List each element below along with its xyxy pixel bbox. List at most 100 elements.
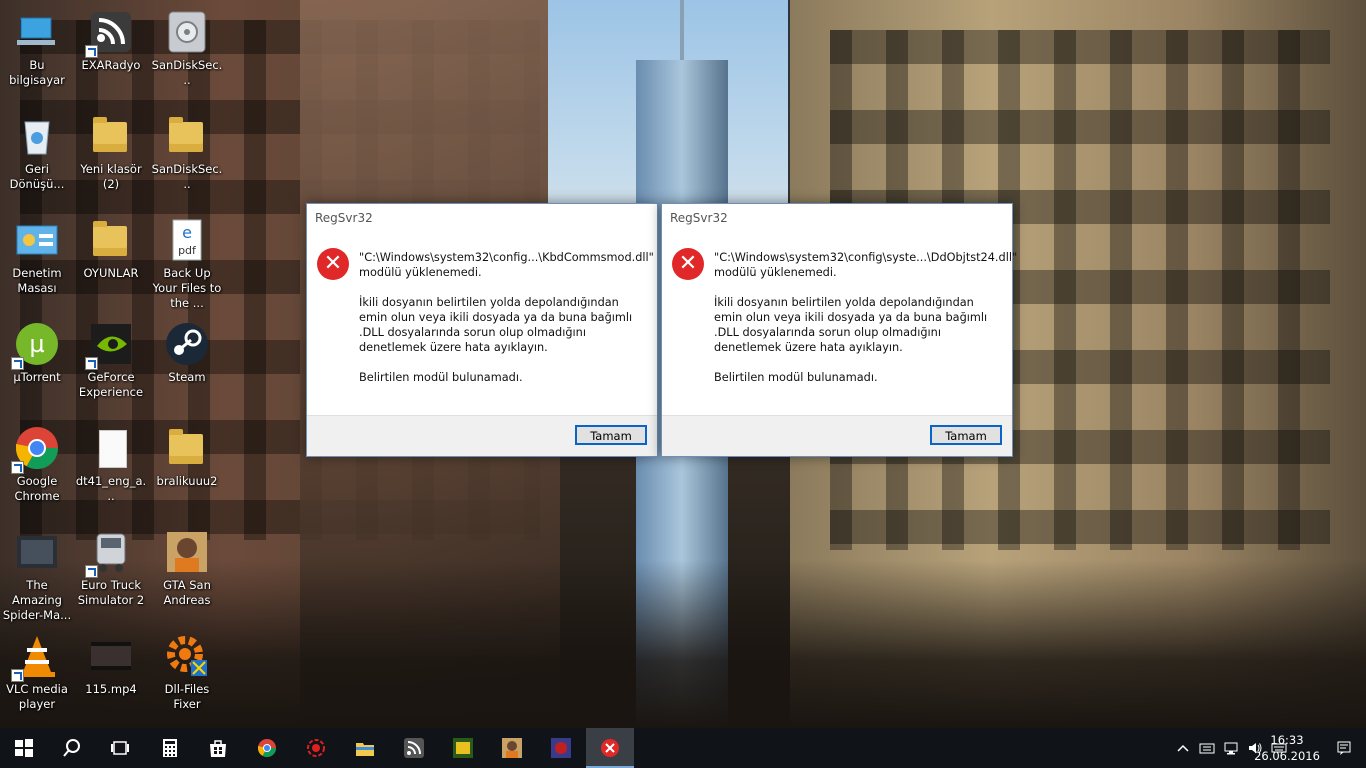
exaradyo-icon (404, 738, 424, 758)
taskbar-chrome[interactable] (243, 728, 291, 768)
folder-icon (163, 424, 211, 472)
desktop-icon-label: Steam (168, 370, 206, 384)
utorrent-icon: µ (11, 320, 61, 370)
desktop-icon-oyunlar[interactable]: OYUNLAR (74, 212, 148, 310)
input-method-icon[interactable] (1199, 740, 1215, 756)
desktop-icon-gta-sa[interactable]: GTA San Andreas (150, 524, 224, 622)
gta-icon (163, 528, 211, 576)
desktop-icon-dll-fixer[interactable]: Dll-Files Fixer (150, 628, 224, 726)
steam-icon (163, 320, 211, 368)
desktop-icon-label: VLC media player (6, 682, 68, 711)
show-hidden-icons-chevron-up-icon[interactable] (1175, 740, 1191, 756)
gta-icon (502, 738, 522, 758)
shortcut-arrow-icon (85, 45, 98, 58)
error-detail: İkili dosyanın belirtilen yolda depoland… (714, 296, 988, 354)
svg-text:µ: µ (29, 330, 44, 358)
desktop-icon-sandisk-secure[interactable]: SanDiskSec... (150, 4, 224, 102)
error-icon: ✕ (317, 248, 349, 280)
ok-button[interactable]: Tamam (930, 425, 1002, 445)
desktop-icon-label: SanDiskSec... (151, 162, 223, 191)
media-center-icon (307, 739, 325, 757)
taskbar: 16:33 26.06.2016 (0, 728, 1366, 768)
geforce-icon (85, 320, 135, 370)
file-explorer-icon (356, 743, 374, 756)
desktop-icon-spiderman[interactable]: The Amazing Spider-Ma... (0, 524, 74, 622)
svg-text:e: e (182, 223, 192, 242)
dll-fixer-icon (163, 632, 211, 680)
search-button[interactable] (48, 728, 96, 768)
desktop-icon-label: GeForce Experience (78, 370, 144, 399)
taskbar-spiderman[interactable] (537, 728, 585, 768)
shortcut-arrow-icon (85, 565, 98, 578)
error-icon: ✕ (672, 248, 704, 280)
clock-date: 26.06.2016 (1254, 749, 1320, 763)
regsvr32-error-icon (601, 739, 619, 757)
desktop-icon-label: Geri Dönüşü... (9, 162, 65, 191)
desktop-icon-dt41[interactable]: dt41_eng_a... (74, 420, 148, 518)
regsvr32-dialog-1: RegSvr32 ✕ "C:\Windows\system32\config..… (306, 203, 658, 457)
error-message: "C:\Windows\system32\config\syste...\DdO… (714, 250, 1017, 400)
error-message: "C:\Windows\system32\config...\KbdCommsm… (359, 250, 654, 400)
shortcut-arrow-icon (85, 357, 98, 370)
desktop-icon-control-panel[interactable]: Denetim Masası (0, 212, 74, 310)
error-path: "C:\Windows\system32\config...\KbdCommsm… (359, 251, 654, 264)
taskbar-exaradyo[interactable] (390, 728, 438, 768)
desktop-icon-label: Bu bilgisayar (9, 58, 65, 87)
desktop-icon-google-chrome[interactable]: Google Chrome (0, 420, 74, 518)
desktop-icon-vlc[interactable]: VLC media player (0, 628, 74, 726)
desktop-icon-115-mp4[interactable]: 115.mp4 (74, 628, 148, 726)
desktop-icon-label: Yeni klasör (2) (80, 162, 142, 191)
control-panel-icon (13, 216, 61, 264)
taskbar-file-explorer[interactable] (341, 728, 389, 768)
error-reason: Belirtilen modül bulunamadı. (714, 371, 878, 384)
start-button[interactable] (0, 728, 48, 768)
desktop-icon-label: bralikuuu2 (156, 474, 218, 488)
desktop-icon-sandisk-folder[interactable]: SanDiskSec... (150, 108, 224, 206)
desktop-icon-label: 115.mp4 (85, 682, 137, 696)
clock[interactable]: 16:33 26.06.2016 (1252, 732, 1322, 764)
dialog-body: ✕ "C:\Windows\system32\config\syste...\D… (662, 234, 1017, 414)
dialog-title[interactable]: RegSvr32 (307, 204, 657, 234)
taskbar-store[interactable] (194, 728, 242, 768)
desktop-icon-label: The Amazing Spider-Ma... (2, 578, 72, 622)
desktop-icon-euro-truck[interactable]: Euro Truck Simulator 2 (74, 524, 148, 622)
shortcut-arrow-icon (11, 669, 24, 682)
taskbar-calculator[interactable] (146, 728, 194, 768)
desktop-icon-label: Denetim Masası (12, 266, 62, 295)
desktop-icon-backup-pdf[interactable]: e pdf Back Up Your Files to the ... (150, 212, 224, 310)
network-icon[interactable] (1223, 740, 1239, 756)
radio-icon (85, 8, 135, 58)
desktop-icon-yeni-klasor[interactable]: Yeni klasör (2) (74, 108, 148, 206)
vlc-icon (11, 632, 61, 682)
svg-text:pdf: pdf (178, 244, 197, 257)
task-view-button[interactable] (96, 728, 144, 768)
task-view-icon (111, 741, 129, 755)
taskbar-media-center[interactable] (292, 728, 340, 768)
error-detail: İkili dosyanın belirtilen yolda depoland… (359, 296, 633, 354)
pdf-icon: e pdf (163, 216, 211, 264)
desktop-icon-label: GTA San Andreas (163, 578, 211, 607)
windows-start-icon (15, 739, 33, 757)
desktop-icon-label: EXARadyo (81, 58, 141, 72)
calculator-icon (163, 739, 177, 757)
desktop-icon-recycle-bin[interactable]: Geri Dönüşü... (0, 108, 74, 206)
action-center-icon[interactable] (1336, 740, 1352, 756)
taskbar-game[interactable] (439, 728, 487, 768)
dialog-body: ✕ "C:\Windows\system32\config...\KbdComm… (307, 234, 657, 414)
truck-icon (85, 528, 135, 578)
ok-button[interactable]: Tamam (575, 425, 647, 445)
desktop-icon-exaradyo[interactable]: EXARadyo (74, 4, 148, 102)
dialog-title[interactable]: RegSvr32 (662, 204, 1012, 234)
desktop-icon-steam[interactable]: Steam (150, 316, 224, 414)
desktop-icon-utorrent[interactable]: µ µTorrent (0, 316, 74, 414)
desktop-icon-bralikuuu2[interactable]: bralikuuu2 (150, 420, 224, 518)
game-icon (453, 738, 473, 758)
chrome-icon (258, 739, 276, 758)
taskbar-regsvr32-error[interactable] (586, 728, 634, 768)
dialog-footer: Tamam (662, 415, 1012, 456)
store-icon (210, 740, 226, 757)
taskbar-gta[interactable] (488, 728, 536, 768)
desktop-icon-this-pc[interactable]: Bu bilgisayar (0, 4, 74, 102)
error-reason: Belirtilen modül bulunamadı. (359, 371, 523, 384)
desktop-icon-geforce[interactable]: GeForce Experience (74, 316, 148, 414)
